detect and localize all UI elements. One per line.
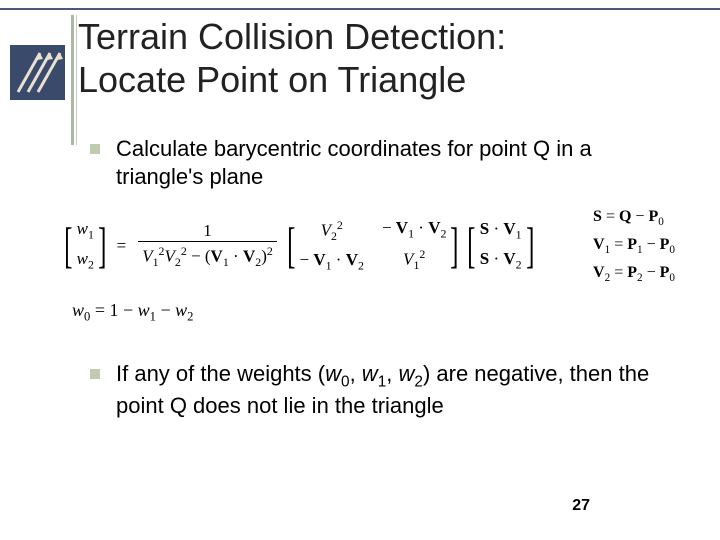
- t: 0: [341, 373, 350, 390]
- bullet-square-icon: [90, 369, 100, 379]
- bullet-item: Calculate barycentric coordinates for po…: [90, 135, 680, 190]
- t: ,: [386, 361, 398, 386]
- matrix-col1: V22 − V1 · V2: [299, 218, 363, 273]
- t: w: [325, 361, 341, 386]
- def-S: S = Q − P0: [593, 208, 675, 228]
- def-V1: V1 = P1 − P0: [593, 236, 675, 256]
- bracket-left: [: [287, 223, 295, 268]
- bracket-right: ]: [451, 223, 459, 268]
- slide-title: Terrain Collision Detection: Locate Poin…: [78, 15, 506, 101]
- bullet-list-1: Calculate barycentric coordinates for po…: [90, 135, 680, 208]
- vector-definitions: S = Q − P0 V1 = P1 − P0 V2 = P2 − P0: [593, 208, 675, 293]
- weights-vector: w1 w2: [77, 219, 94, 272]
- bracket-left: [: [64, 223, 72, 268]
- frac-den: V12V22 − (V1 · V2)2: [138, 241, 277, 270]
- t: ,: [350, 361, 362, 386]
- bullet-list-2: If any of the weights (w0, w1, w2) are n…: [90, 360, 680, 437]
- title-line1: Terrain Collision Detection:: [78, 16, 506, 57]
- header-rule: [0, 8, 720, 10]
- t: 2: [414, 373, 423, 390]
- t: w: [362, 361, 378, 386]
- title-line2: Locate Point on Triangle: [78, 59, 466, 100]
- def-V2: V2 = P2 − P0: [593, 264, 675, 284]
- w0-equation: w0 = 1 − w1 − w2: [72, 300, 193, 325]
- matrix-col2: − V1 · V2 V12: [382, 218, 446, 273]
- bullet-text: If any of the weights (w0, w1, w2) are n…: [116, 360, 680, 419]
- m21: − V1 · V2: [299, 250, 363, 273]
- t: If any of the weights (: [116, 361, 325, 386]
- bullet-item: If any of the weights (w0, w1, w2) are n…: [90, 360, 680, 419]
- w1: w1: [77, 219, 94, 242]
- frac-num: 1: [199, 221, 216, 241]
- m11: V22: [321, 218, 343, 244]
- s-vector: S · V1 S · V2: [480, 219, 522, 272]
- t: 1: [378, 373, 387, 390]
- slide-logo: [10, 45, 65, 100]
- w2: w2: [77, 249, 94, 272]
- page-number: 27: [572, 497, 590, 515]
- sv2: S · V2: [480, 249, 522, 272]
- title-rule-thin: [76, 15, 77, 145]
- title-rule-thick: [71, 15, 74, 145]
- bullet-text: Calculate barycentric coordinates for po…: [116, 135, 680, 190]
- sv1: S · V1: [480, 219, 522, 242]
- bracket-left: [: [467, 223, 475, 268]
- bracket-right: ]: [98, 223, 106, 268]
- m22: V12: [403, 247, 425, 273]
- bullet-square-icon: [90, 144, 100, 154]
- scalar-fraction: 1 V12V22 − (V1 · V2)2: [138, 221, 277, 270]
- bracket-right: ]: [526, 223, 534, 268]
- equals: =: [117, 236, 127, 256]
- m12: − V1 · V2: [382, 218, 446, 241]
- t: w: [398, 361, 414, 386]
